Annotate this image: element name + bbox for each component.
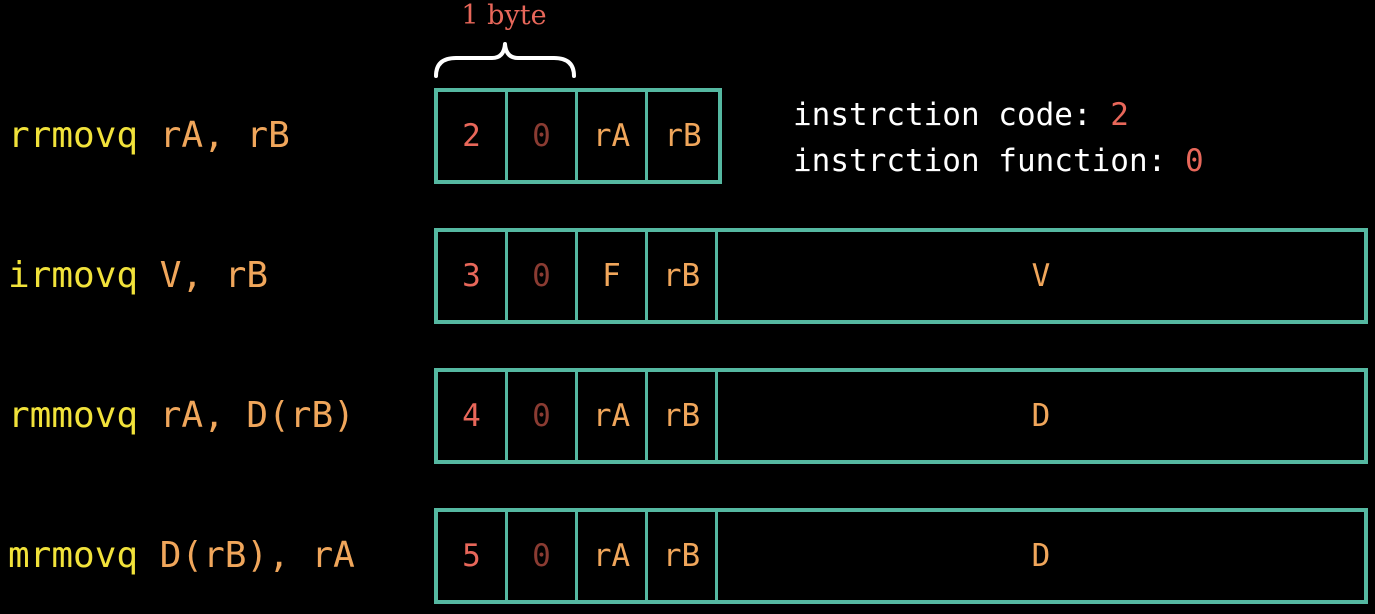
ifun-cell: 0: [508, 92, 578, 180]
curly-brace-icon: [434, 42, 576, 78]
icode-cell: 4: [438, 372, 508, 460]
opcode-name: rrmovq: [8, 115, 139, 156]
instruction-row-mrmovq: mrmovq D(rB), rA 5 0 rA rB D: [0, 508, 1375, 604]
mnemonic: rrmovq rA, rB: [8, 116, 290, 156]
ra-cell: rA: [578, 372, 648, 460]
ra-cell: F: [578, 232, 648, 320]
operands: rA, rB: [159, 115, 290, 156]
legend: instrction code: 2 instrction function: …: [793, 92, 1204, 184]
opcode-name: rmmovq: [8, 395, 139, 436]
instruction-row-rmmovq: rmmovq rA, D(rB) 4 0 rA rB D: [0, 368, 1375, 464]
byte-brace-label: 1 byte: [461, 0, 547, 31]
encoding-box: 5 0 rA rB D: [434, 508, 1368, 604]
operands: rA, D(rB): [159, 395, 355, 436]
icode-cell: 2: [438, 92, 508, 180]
legend-function-label: instrction function:: [793, 143, 1167, 179]
legend-code-value: 2: [1110, 97, 1129, 133]
mnemonic: irmovq V, rB: [8, 256, 268, 296]
ifun-cell: 0: [508, 372, 578, 460]
mnemonic: mrmovq D(rB), rA: [8, 536, 355, 576]
instruction-row-irmovq: irmovq V, rB 3 0 F rB V: [0, 228, 1375, 324]
encoding-box: 3 0 F rB V: [434, 228, 1368, 324]
displacement-cell: D: [1031, 398, 1051, 434]
encoding-box: 2 0 rA rB: [434, 88, 722, 184]
rb-cell: rB: [664, 118, 702, 154]
legend-function-value: 0: [1184, 143, 1204, 179]
opcode-name: mrmovq: [8, 535, 139, 576]
rb-cell: rB: [648, 512, 718, 600]
operands: V, rB: [159, 255, 269, 296]
ifun-cell: 0: [508, 512, 578, 600]
rb-cell: rB: [648, 232, 718, 320]
mnemonic: rmmovq rA, D(rB): [8, 396, 355, 436]
legend-code-label: instrction code:: [793, 97, 1092, 133]
encoding-box: 4 0 rA rB D: [434, 368, 1368, 464]
ifun-cell: 0: [508, 232, 578, 320]
icode-cell: 5: [438, 512, 508, 600]
operands: D(rB), rA: [159, 535, 355, 576]
constant-cell: V: [1031, 258, 1051, 294]
opcode-name: irmovq: [8, 255, 139, 296]
legend-code-line: instrction code: 2: [793, 92, 1204, 138]
legend-function-line: instrction function: 0: [793, 138, 1204, 184]
ra-cell: rA: [578, 512, 648, 600]
displacement-cell: D: [1031, 538, 1051, 574]
ra-cell: rA: [578, 92, 648, 180]
rb-cell: rB: [648, 372, 718, 460]
icode-cell: 3: [438, 232, 508, 320]
